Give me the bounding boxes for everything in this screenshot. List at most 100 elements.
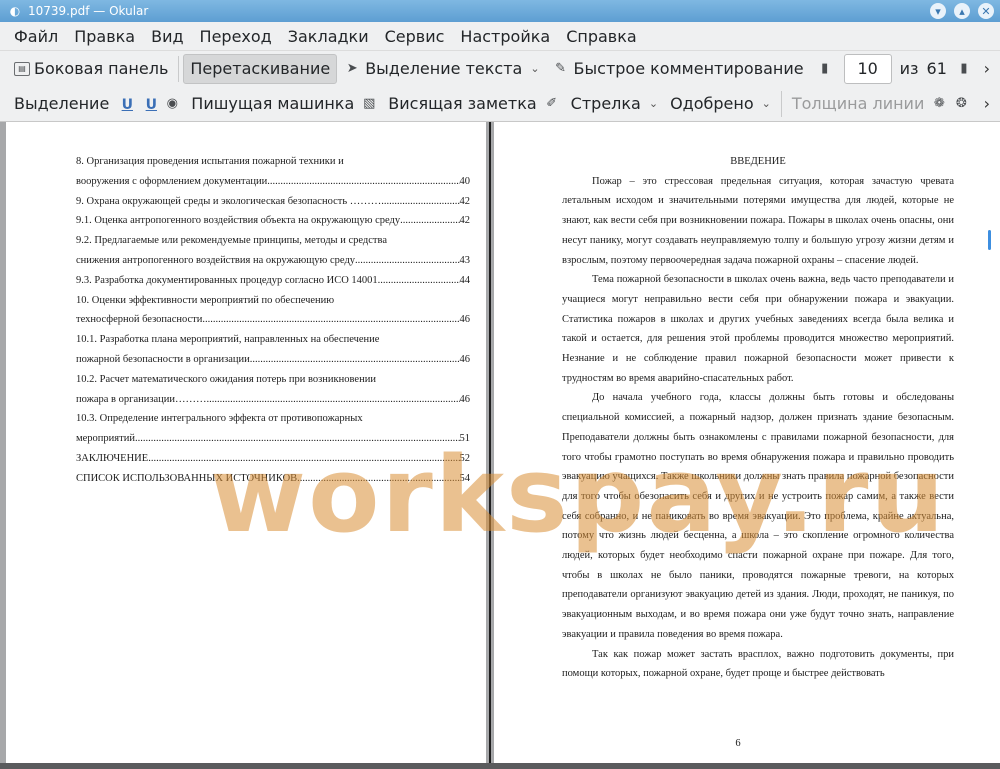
- toolbar-separator: [780, 90, 782, 117]
- toc-entry-text: 10.1. Разработка плана мероприятий, напр…: [76, 334, 380, 346]
- toc-entry: ЗАКЛЮЧЕНИЕ 52: [76, 449, 470, 469]
- toc-entry-page: 51: [459, 433, 471, 445]
- popup-note-label: Висящая заметка: [388, 94, 537, 113]
- text-select-button[interactable]: ➤ Выделение текста ⌄: [337, 54, 545, 84]
- toc-entry-text: пожара в организации………: [76, 393, 207, 405]
- stamp-tool-icon[interactable]: ◉: [163, 95, 181, 113]
- toc-entry-page: 40: [459, 175, 471, 187]
- toc-entry: снижения антропогенного воздействия на о…: [76, 251, 470, 271]
- highlight-label: Выделение: [14, 94, 110, 113]
- toc-entry: 10.1. Разработка плана мероприятий, напр…: [76, 330, 470, 350]
- window-title: 10739.pdf — Okular: [28, 4, 149, 18]
- opacity-icon[interactable]: ❂: [952, 95, 970, 113]
- toc-entry: 9.1. Оценка антропогенного воздействия о…: [76, 211, 470, 231]
- pdf-page-right: ВВЕДЕНИЕ Пожар – это стрессовая предельн…: [494, 122, 982, 763]
- pen-icon: ✎: [555, 61, 566, 76]
- arrow-button[interactable]: Стрелка ⌄: [565, 89, 664, 119]
- line-width-label: Толщина линии: [791, 94, 925, 113]
- chevron-down-icon[interactable]: ⌄: [762, 97, 771, 110]
- page-of-label: из: [899, 59, 919, 78]
- page-number-input[interactable]: 10: [843, 53, 892, 84]
- toolbar-overflow-icon[interactable]: ›: [984, 94, 990, 113]
- okular-app-icon: ◐: [9, 4, 21, 18]
- quick-annotate-button[interactable]: ✎ Быстрое комментирование: [546, 54, 810, 84]
- toc-entry-page: 46: [459, 353, 471, 365]
- brush-icon[interactable]: ✐: [543, 95, 561, 113]
- menu-view[interactable]: Вид: [143, 27, 191, 46]
- main-toolbar: ▤ Боковая панель Перетаскивание ➤ Выделе…: [0, 50, 1000, 86]
- drag-mode-button[interactable]: Перетаскивание: [183, 53, 338, 84]
- drag-mode-label: Перетаскивание: [190, 59, 331, 78]
- sidebar-button[interactable]: ▤ Боковая панель: [8, 54, 174, 84]
- close-icon[interactable]: ✕: [978, 3, 994, 19]
- section-heading: ВВЕДЕНИЕ: [730, 156, 786, 167]
- toc-entry: 9. Охрана окружающей среды и экологическ…: [76, 192, 470, 212]
- toc-entry: вооружения с оформлением документации 40: [76, 172, 470, 192]
- toc-entry-text: мероприятий: [76, 433, 135, 445]
- stamp-button[interactable]: Одобрено ⌄: [664, 89, 777, 119]
- toc-leader-dots: [202, 310, 459, 330]
- menu-edit[interactable]: Правка: [66, 27, 143, 46]
- toc-entry: 8. Организация проведения испытания пожа…: [76, 152, 470, 172]
- cursor-icon: ➤: [346, 61, 358, 76]
- sidebar-icon: ▤: [14, 61, 30, 76]
- page-total-label: 61: [926, 59, 947, 78]
- pdf-page-left: 8. Организация проведения испытания пожа…: [6, 122, 486, 763]
- toc-entry-page: 52: [459, 452, 471, 464]
- menu-help[interactable]: Справка: [558, 27, 645, 46]
- typewriter-label: Пишущая машинка: [191, 94, 355, 113]
- page-body: ВВЕДЕНИЕ Пожар – это стрессовая предельн…: [562, 152, 954, 684]
- squiggle-underline-icon[interactable]: U: [143, 95, 159, 113]
- popup-note-button[interactable]: Висящая заметка: [382, 89, 542, 119]
- maximize-icon[interactable]: ▴: [954, 3, 970, 19]
- toc-entry: 10.2. Расчет математического ожидания по…: [76, 370, 470, 390]
- annotation-toolbar: Выделение U U ◉ Пишущая машинка ▧ Висяща…: [0, 86, 1000, 122]
- toc-leader-dots: [297, 469, 459, 489]
- toc-entry-text: 9. Охрана окружающей среды и экологическ…: [76, 195, 384, 207]
- toolbar-separator: [178, 55, 180, 82]
- minimize-icon[interactable]: ▾: [930, 3, 946, 19]
- page-up-icon[interactable]: ▮: [816, 60, 834, 78]
- toc-entry-text: 10.3. Определение интегрального эффекта …: [76, 413, 363, 425]
- menu-tools[interactable]: Сервис: [377, 27, 453, 46]
- toc-entry-page: 43: [459, 254, 471, 266]
- highlight-button[interactable]: Выделение: [8, 89, 115, 119]
- toc-entry: 9.2. Предлагаемые или рекомендуемые прин…: [76, 231, 470, 251]
- horizontal-scrollbar[interactable]: [0, 763, 1000, 769]
- toc-leader-dots: [135, 429, 460, 449]
- toc-entry-text: вооружения с оформлением документации: [76, 175, 268, 187]
- typewriter-button[interactable]: Пишущая машинка: [185, 89, 360, 119]
- toc-leader-dots: [267, 172, 459, 192]
- toc-entry: техносферной безопасности 46: [76, 310, 470, 330]
- toc-entry-text: 9.2. Предлагаемые или рекомендуемые прин…: [76, 235, 387, 247]
- document-view[interactable]: 8. Организация проведения испытания пожа…: [0, 122, 1000, 763]
- toc-entry-page: 46: [459, 393, 471, 405]
- toc-leader-dots: [384, 192, 460, 212]
- page-down-icon[interactable]: ▮: [955, 60, 973, 78]
- color-icon[interactable]: ❁: [930, 95, 948, 113]
- title-bar: ◐ 10739.pdf — Okular ▾ ▴ ✕: [0, 0, 1000, 22]
- chevron-down-icon[interactable]: ⌄: [649, 97, 658, 110]
- toc-entry: 9.3. Разработка документированных процед…: [76, 271, 470, 291]
- toc-entry-text: 9.1. Оценка антропогенного воздействия о…: [76, 215, 401, 227]
- toolbar-overflow-icon[interactable]: ›: [984, 59, 990, 78]
- toc-entry-text: пожарной безопасности в организации: [76, 353, 250, 365]
- toc-leader-dots: [378, 271, 460, 291]
- vertical-scrollbar[interactable]: [982, 122, 1000, 763]
- menu-file[interactable]: Файл: [6, 27, 66, 46]
- scrollbar-thumb[interactable]: [988, 230, 991, 250]
- menu-settings[interactable]: Настройка: [452, 27, 558, 46]
- toc-entry-page: 42: [459, 195, 471, 207]
- menu-bookmarks[interactable]: Закладки: [280, 27, 377, 46]
- toc-entry: 10.3. Определение интегрального эффекта …: [76, 409, 470, 429]
- toc-leader-dots: [400, 211, 459, 231]
- toc-entry: пожарной безопасности в организации 46: [76, 350, 470, 370]
- toc-entry-page: 54: [459, 472, 471, 484]
- toc-entry-page: 44: [459, 274, 471, 286]
- menu-go[interactable]: Переход: [192, 27, 280, 46]
- note-icon[interactable]: ▧: [360, 95, 378, 113]
- underline-icon[interactable]: U: [119, 95, 135, 113]
- line-width-button[interactable]: Толщина линии: [786, 89, 931, 119]
- page-number: 6: [735, 738, 741, 749]
- chevron-down-icon[interactable]: ⌄: [530, 62, 539, 75]
